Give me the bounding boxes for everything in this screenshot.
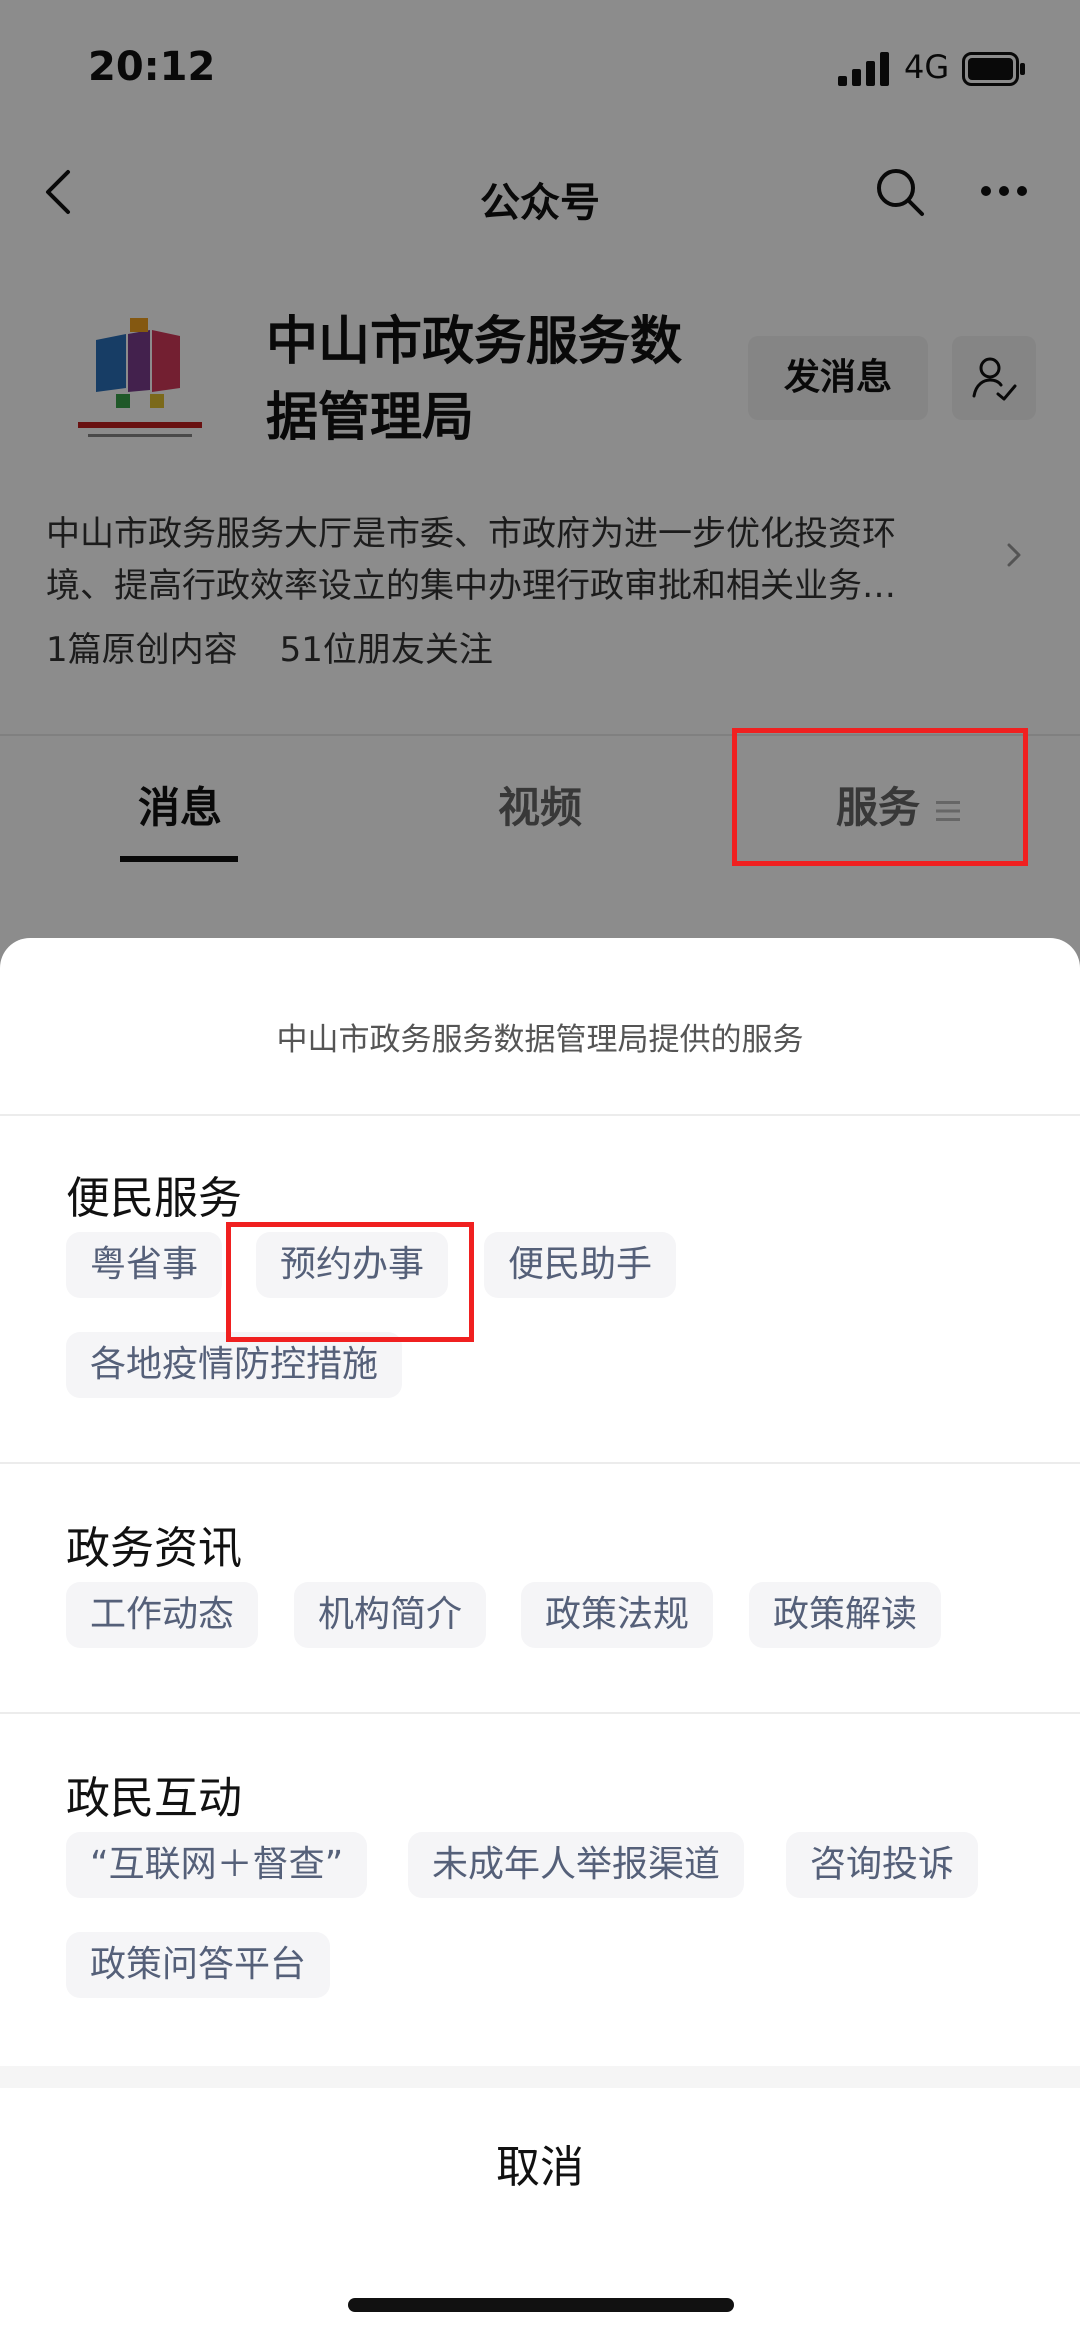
divider <box>0 1114 1080 1116</box>
cancel-button[interactable]: 取消 <box>0 2088 1080 2248</box>
service-item-internet-supervision[interactable]: “互联网＋督查” <box>66 1832 368 1898</box>
service-item-policy-interpretation[interactable]: 政策解读 <box>749 1582 942 1648</box>
service-item-assistant[interactable]: 便民助手 <box>484 1232 677 1298</box>
service-item-organization[interactable]: 机构简介 <box>294 1582 487 1648</box>
appointment-highlight <box>226 1222 474 1342</box>
service-item-minor-report[interactable]: 未成年人举报渠道 <box>408 1832 745 1898</box>
service-item-policies[interactable]: 政策法规 <box>521 1582 714 1648</box>
divider <box>0 1462 1080 1464</box>
service-item-complaints[interactable]: 咨询投诉 <box>786 1832 979 1898</box>
service-item-work-updates[interactable]: 工作动态 <box>66 1582 259 1648</box>
section-title: 政务资讯 <box>66 1523 242 1574</box>
sheet-title: 中山市政务服务数据管理局提供的服务 <box>276 1022 804 1058</box>
section-title: 政民互动 <box>66 1773 242 1824</box>
service-item-yueshengshi[interactable]: 粤省事 <box>66 1232 223 1298</box>
services-bottom-sheet: 中山市政务服务数据管理局提供的服务 便民服务 粤省事 预约办事 便民助手 各地疫… <box>0 938 1080 2337</box>
divider <box>0 2066 1080 2088</box>
divider <box>0 1712 1080 1714</box>
services-tab-highlight <box>732 728 1028 866</box>
home-indicator <box>348 2298 734 2312</box>
service-item-policy-qa[interactable]: 政策问答平台 <box>66 1932 331 1998</box>
section-title: 便民服务 <box>66 1173 242 1224</box>
